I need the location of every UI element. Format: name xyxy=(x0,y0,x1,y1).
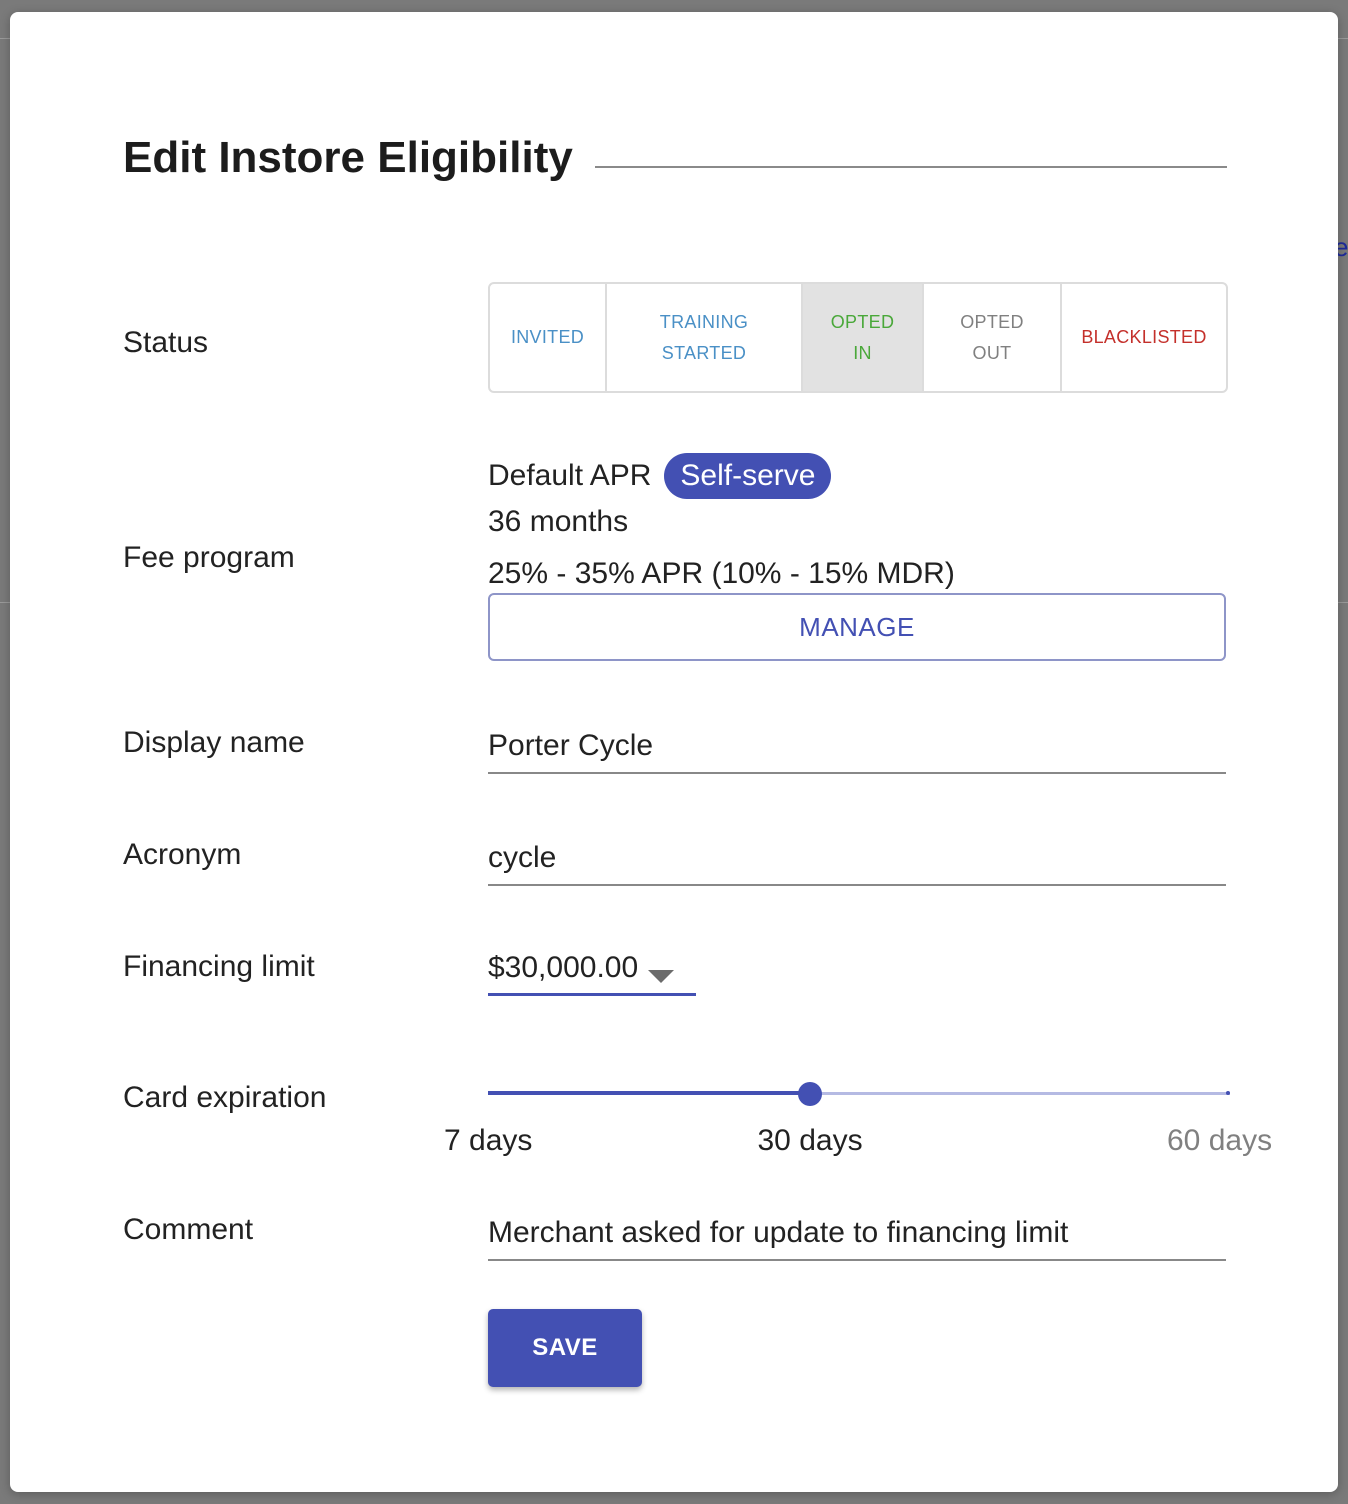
status-option-opted-in[interactable]: OPTED IN xyxy=(801,284,922,391)
fee-program-rates: 25% - 35% APR (10% - 15% MDR) xyxy=(488,557,955,590)
comment-input[interactable] xyxy=(488,1207,1226,1261)
edit-eligibility-dialog: Edit Instore Eligibility Status INVITED … xyxy=(10,12,1338,1492)
slider-thumb[interactable] xyxy=(798,1082,822,1106)
backdrop-divider-mid-right xyxy=(1338,602,1348,603)
self-serve-badge: Self-serve xyxy=(664,453,832,499)
slider-tick-label-7-days: 7 days xyxy=(444,1124,533,1157)
status-option-text: INVITED xyxy=(510,327,585,347)
status-option-training-started[interactable]: TRAINING STARTED xyxy=(605,284,801,391)
financing-limit-select[interactable]: $30,000.00 xyxy=(488,942,696,996)
status-option-blacklisted[interactable]: BLACKLISTED xyxy=(1060,284,1226,391)
status-option-text: OPTED OUT xyxy=(960,311,1024,363)
acronym-input[interactable] xyxy=(488,832,1226,886)
financing-limit-value: $30,000.00 xyxy=(488,951,639,984)
manage-fee-program-button[interactable]: MANAGE xyxy=(488,593,1226,661)
slider-track-fill xyxy=(488,1091,810,1095)
status-option-text: TRAINING STARTED xyxy=(659,311,749,363)
display-name-input[interactable] xyxy=(488,720,1226,774)
status-option-opted-out[interactable]: OPTED OUT xyxy=(922,284,1060,391)
status-option-text: BLACKLISTED xyxy=(1081,327,1207,347)
comment-label: Comment xyxy=(123,1213,254,1246)
dropdown-arrow-icon xyxy=(648,970,674,983)
save-button[interactable]: SAVE xyxy=(488,1309,642,1387)
slider-tick-label-60-days: 60 days xyxy=(1167,1124,1273,1157)
fee-program-details: Default APR Self-serve 36 months 25% - 3… xyxy=(488,453,955,595)
status-label: Status xyxy=(123,326,209,359)
fee-program-term: 36 months xyxy=(488,505,629,538)
title-divider xyxy=(595,166,1227,168)
fee-program-label: Fee program xyxy=(123,541,295,574)
fee-program-name: Default APR xyxy=(488,459,652,492)
backdrop-divider-top xyxy=(0,38,10,39)
slider-end-mark xyxy=(1226,1091,1230,1095)
status-toggle-group: INVITED TRAINING STARTED OPTED IN OPTED OUT… xyxy=(488,282,1228,393)
dialog-title: Edit Instore Eligibility xyxy=(123,133,573,182)
card-expiration-label: Card expiration xyxy=(123,1081,327,1114)
status-option-text: OPTED IN xyxy=(830,311,895,363)
backdrop-divider-top-right xyxy=(1338,38,1348,39)
financing-limit-label: Financing limit xyxy=(123,950,315,983)
status-option-invited[interactable]: INVITED xyxy=(490,284,605,391)
acronym-label: Acronym xyxy=(123,838,242,871)
display-name-label: Display name xyxy=(123,726,305,759)
slider-tick-label-30-days: 30 days xyxy=(757,1124,863,1157)
card-expiration-slider[interactable] xyxy=(488,1080,1230,1110)
backdrop-divider-mid xyxy=(0,602,10,603)
